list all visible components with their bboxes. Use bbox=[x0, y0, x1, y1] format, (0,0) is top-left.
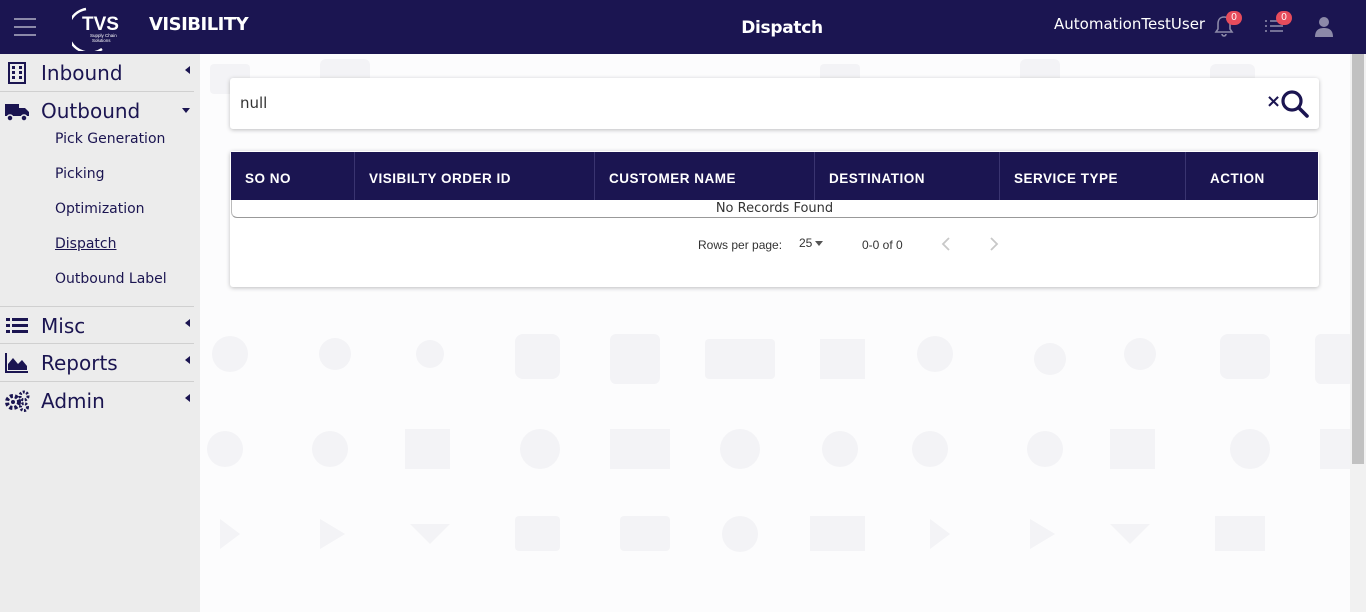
scrollbar-thumb[interactable] bbox=[1352, 54, 1364, 464]
column-header-destination[interactable]: DESTINATION bbox=[815, 152, 1000, 200]
svg-text:TVS: TVS bbox=[82, 14, 119, 35]
sidebar: Inbound Outbound Pick Generation Picking… bbox=[0, 54, 200, 612]
page-title: Dispatch bbox=[741, 18, 823, 38]
previous-page-icon[interactable] bbox=[939, 236, 953, 252]
chevron-down-icon bbox=[182, 108, 190, 113]
building-icon bbox=[8, 62, 26, 84]
app-title: VISIBILITY bbox=[149, 14, 249, 35]
main-content: × SO NO VISIBILTY ORDER ID CUSTOMER NAME… bbox=[200, 54, 1350, 612]
list-icon bbox=[6, 318, 28, 333]
top-bar: TVS Supply Chain Solutions VISIBILITY Di… bbox=[0, 0, 1366, 54]
sidebar-item-outbound[interactable]: Outbound bbox=[0, 92, 194, 130]
column-header-visibility-order-id[interactable]: VISIBILTY ORDER ID bbox=[355, 152, 595, 200]
task-list-icon[interactable]: 0 bbox=[1262, 11, 1292, 40]
svg-text:Solutions: Solutions bbox=[92, 38, 111, 43]
sidebar-item-admin[interactable]: Admin bbox=[0, 382, 194, 420]
sidebar-subitem-pick-generation[interactable]: Pick Generation bbox=[55, 131, 165, 147]
truck-icon bbox=[5, 104, 29, 122]
search-bar: × bbox=[230, 78, 1319, 129]
search-input[interactable] bbox=[240, 90, 1240, 116]
sidebar-item-reports[interactable]: Reports bbox=[0, 344, 194, 382]
page-scrollbar[interactable] bbox=[1350, 54, 1366, 612]
chevron-left-icon bbox=[185, 66, 190, 74]
table-header: SO NO VISIBILTY ORDER ID CUSTOMER NAME D… bbox=[231, 152, 1318, 200]
rows-per-page-label: Rows per page: bbox=[698, 238, 783, 252]
column-header-service-type[interactable]: SERVICE TYPE bbox=[1000, 152, 1186, 200]
rows-per-page-value: 25 bbox=[799, 236, 813, 250]
sidebar-item-label: Admin bbox=[41, 389, 105, 413]
tvs-logo: TVS Supply Chain Solutions bbox=[66, 3, 128, 54]
user-avatar-icon[interactable] bbox=[1313, 14, 1339, 40]
sidebar-item-inbound[interactable]: Inbound bbox=[0, 54, 194, 92]
sidebar-subitem-picking[interactable]: Picking bbox=[55, 166, 104, 182]
chevron-left-icon bbox=[185, 394, 190, 402]
dispatch-table: SO NO VISIBILTY ORDER ID CUSTOMER NAME D… bbox=[230, 151, 1319, 287]
rows-per-page-select[interactable]: 25 bbox=[799, 236, 829, 252]
sidebar-item-label: Reports bbox=[41, 351, 118, 375]
gears-icon bbox=[5, 390, 30, 412]
sidebar-item-label: Outbound bbox=[41, 99, 141, 123]
clear-search-icon[interactable]: × bbox=[1266, 93, 1281, 111]
next-page-icon[interactable] bbox=[987, 236, 1001, 252]
sidebar-subitem-dispatch[interactable]: Dispatch bbox=[55, 236, 117, 252]
dropdown-arrow-icon bbox=[815, 241, 823, 246]
notification-bell-icon[interactable]: 0 bbox=[1212, 11, 1242, 40]
column-header-so-no[interactable]: SO NO bbox=[231, 152, 355, 200]
empty-table-message: No Records Found bbox=[231, 200, 1318, 218]
column-header-customer-name[interactable]: CUSTOMER NAME bbox=[595, 152, 815, 200]
pagination-range: 0-0 of 0 bbox=[862, 238, 903, 252]
username[interactable]: AutomationTestUser bbox=[1054, 15, 1205, 33]
sidebar-item-misc[interactable]: Misc bbox=[0, 306, 194, 344]
hamburger-menu-icon[interactable] bbox=[14, 18, 36, 36]
column-header-action: ACTION bbox=[1210, 171, 1265, 186]
chevron-left-icon bbox=[185, 356, 190, 364]
sidebar-item-label: Misc bbox=[41, 314, 86, 338]
search-icon[interactable] bbox=[1280, 89, 1310, 119]
sidebar-subitem-outbound-label[interactable]: Outbound Label bbox=[55, 271, 167, 287]
chevron-left-icon bbox=[185, 319, 190, 327]
notification-badge: 0 bbox=[1226, 11, 1242, 25]
sidebar-subitem-optimization[interactable]: Optimization bbox=[55, 201, 145, 217]
background-pattern bbox=[207, 59, 1350, 552]
sidebar-item-label: Inbound bbox=[41, 61, 123, 85]
tasks-badge: 0 bbox=[1276, 11, 1292, 25]
area-chart-icon bbox=[5, 353, 28, 373]
